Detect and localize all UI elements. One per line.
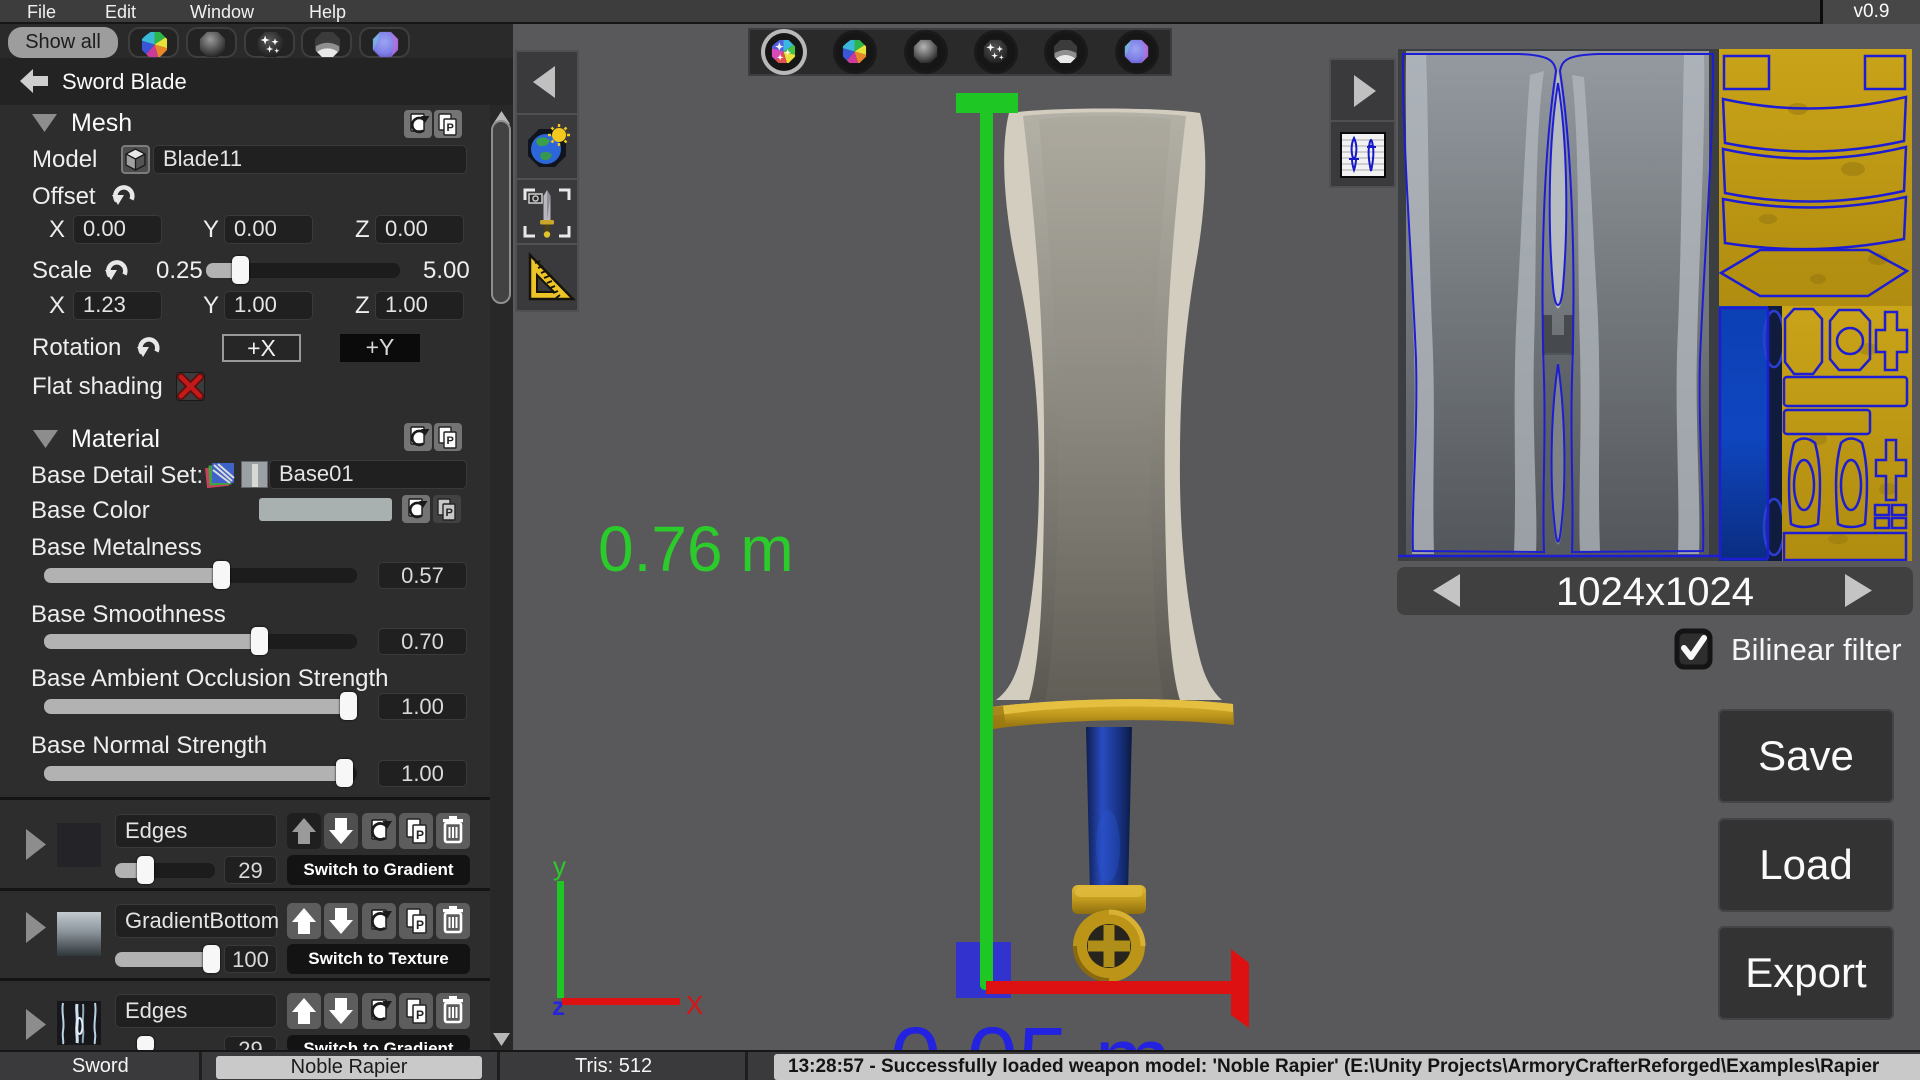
svg-text:P: P [446,507,453,519]
svg-text:0.05 m: 0.05 m [890,1009,1171,1052]
svg-text:X: X [686,990,703,1020]
svg-text:P: P [416,828,424,842]
svg-text:0.76 m: 0.76 m [598,513,794,585]
svg-text:P: P [416,918,424,932]
svg-text:P: P [447,122,454,134]
svg-text:y: y [553,851,566,881]
svg-text:P: P [447,435,454,447]
svg-text:z: z [552,991,565,1021]
svg-text:P: P [416,1008,424,1022]
